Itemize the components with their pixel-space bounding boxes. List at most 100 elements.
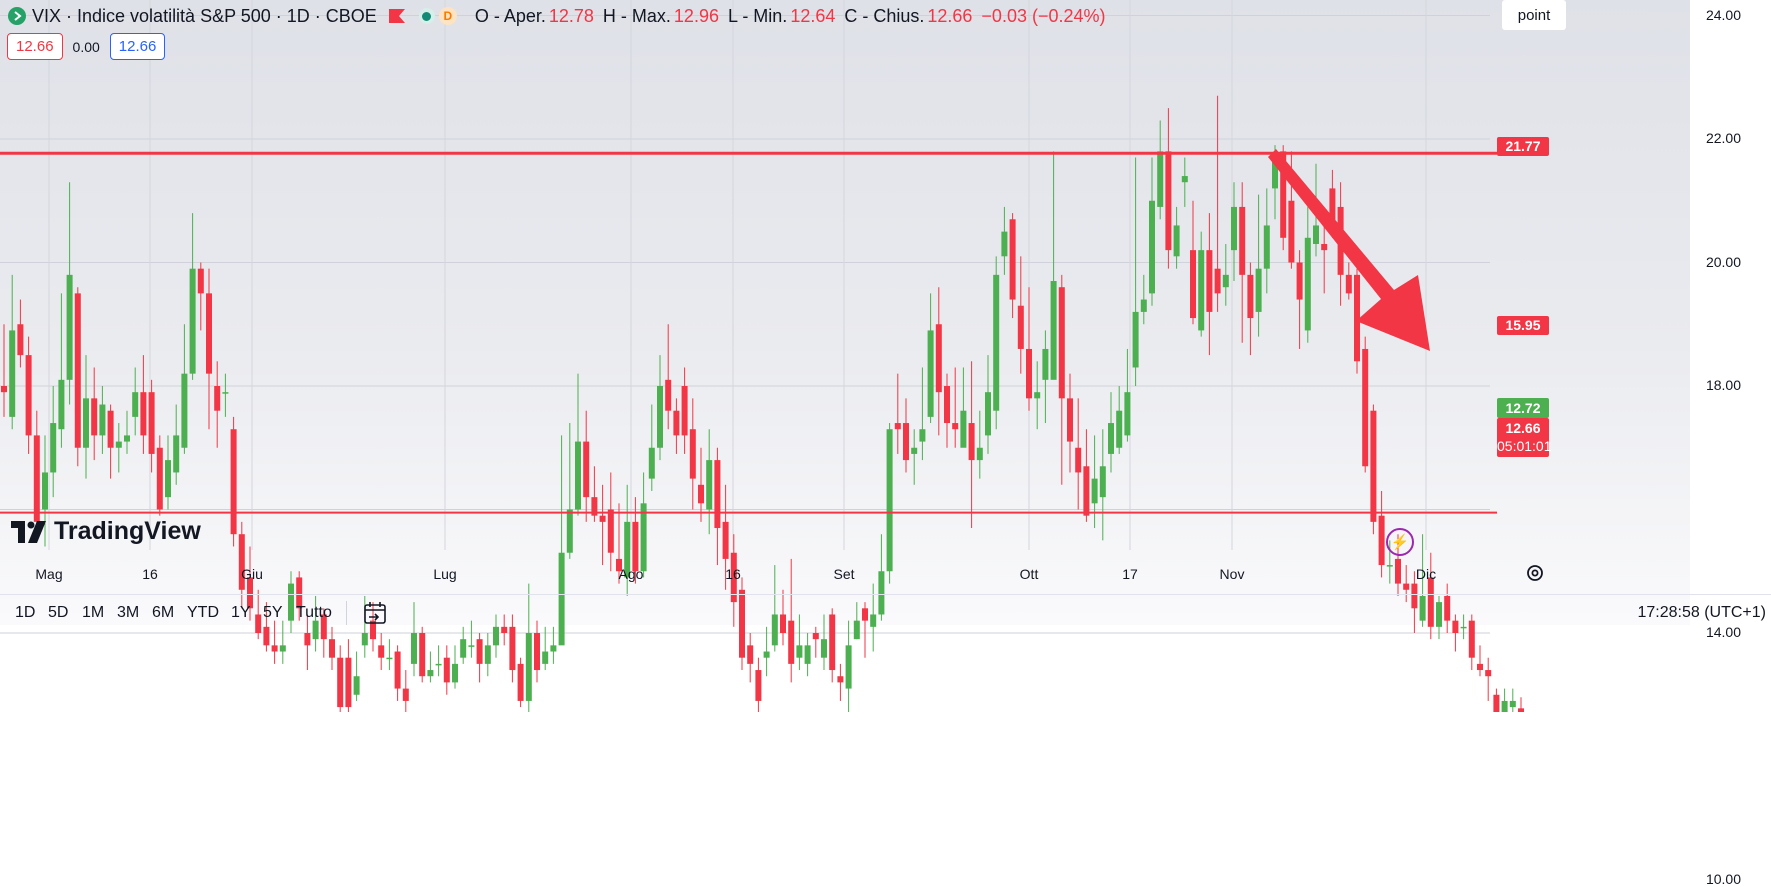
candle-body [345,657,352,708]
flag-icon[interactable] [388,9,405,23]
time-tick-label: Ago [618,566,644,582]
candle-body [714,460,721,529]
candle-body [1354,274,1360,362]
mid-price-label: 15.95 [1497,316,1549,335]
buy-price-box[interactable]: 12.66 [109,33,166,60]
candle-body [17,324,24,356]
candle-body [1247,274,1254,319]
sell-price-box[interactable]: 12.66 [7,33,63,60]
candle-body [812,633,819,640]
candle-body [1321,243,1328,251]
candle-body [206,293,212,374]
timeframe-5d[interactable]: 5D [48,604,68,622]
candle-body [42,472,48,510]
clock-timezone[interactable]: 17:28:58 (UTC+1) [1637,604,1766,622]
candle-body [1231,206,1237,251]
tradingview-watermark[interactable]: TradingView [11,517,201,546]
candle-body [1132,311,1139,368]
candle-body [1493,694,1500,712]
candle-body [1108,423,1114,454]
candle-body [83,398,89,448]
close-value: 12.66 [927,5,973,26]
candle-body [1116,410,1123,448]
symbol-title[interactable]: VIX · Indice volatilità S&P 500 · 1D · C… [32,6,377,27]
candle-body [1058,287,1065,399]
timeframe-1d[interactable]: 1D [15,604,35,622]
candle-body [1345,274,1352,294]
timeframe-3m[interactable]: 3M [117,604,139,622]
candle-body [903,423,909,461]
open-value: 12.78 [548,5,594,26]
delayed-data-icon[interactable]: D [438,7,457,25]
candle-body [124,435,130,442]
timeframe-1m[interactable]: 1M [82,604,104,622]
candle-body [1386,565,1393,567]
candle-body [181,373,188,448]
time-tick-label: Lug [433,566,457,582]
candle-body [1263,225,1270,269]
timeframe-all[interactable]: Tutto [296,604,332,622]
candle-body [435,663,442,666]
candle-body [452,663,458,683]
candle-body [1198,250,1205,331]
market-status-icon[interactable] [418,8,435,24]
candle-body [845,645,852,689]
candle-body [1001,231,1008,257]
candle-body [1091,478,1098,504]
candle-body [361,633,368,646]
candle-body [566,509,573,553]
candle-body [1083,466,1090,516]
candle-body [886,429,893,572]
close-label: C - Chius. [844,5,925,26]
candle-body [1501,700,1508,712]
date-range-calendar-icon[interactable] [363,601,387,625]
candle-body [968,423,975,461]
candle-body [1157,151,1164,207]
candle-body [935,324,942,393]
candle-body [837,676,844,683]
candle-body [927,330,934,417]
timeframe-ytd[interactable]: YTD [187,604,219,622]
candle-body [1313,225,1319,244]
candle-body [189,268,196,374]
candle-body [66,274,73,380]
price-row: 12.66 0.00 12.66 [7,33,166,60]
candle-body [197,268,204,294]
status-icons: D [418,7,457,25]
timeframe-5y[interactable]: 5Y [263,604,283,622]
candle-body [517,663,524,701]
candle-body [821,639,827,658]
candle-body [509,626,516,671]
candle-body [476,639,483,664]
timeframe-6m[interactable]: 6M [152,604,174,622]
candle-body [1403,583,1410,590]
time-tick-label: 16 [142,566,158,582]
time-tick-label: Ott [1019,566,1039,582]
candle-body [607,509,614,553]
candle-body [460,639,467,658]
low-value: 12.64 [790,5,836,26]
settings-gear-icon[interactable] [1524,562,1546,584]
timeframe-1y[interactable]: 1Y [231,604,251,622]
candle-body [525,633,532,701]
last-price-label: 12.66 05:01:01 [1497,418,1552,457]
flash-icon[interactable]: ⚡ [1386,528,1414,556]
candle-body [952,423,959,430]
candle-body [976,447,983,461]
price-scale-unit[interactable]: point [1502,0,1566,30]
candle-body [443,657,450,683]
candle-body [894,423,901,430]
candle-body [329,639,335,658]
candle-body [1239,206,1246,275]
candle-body [1485,670,1492,677]
candle-body [1,386,7,393]
symbol-logo-icon[interactable] [8,7,26,25]
candle-body [698,484,704,504]
candle-body [1009,219,1016,300]
candle-body [25,355,32,436]
candle-body [1477,663,1483,671]
candle-body [804,645,811,664]
candle-body [1099,466,1106,498]
candle-body [1378,515,1385,566]
candle-body [1149,200,1155,294]
